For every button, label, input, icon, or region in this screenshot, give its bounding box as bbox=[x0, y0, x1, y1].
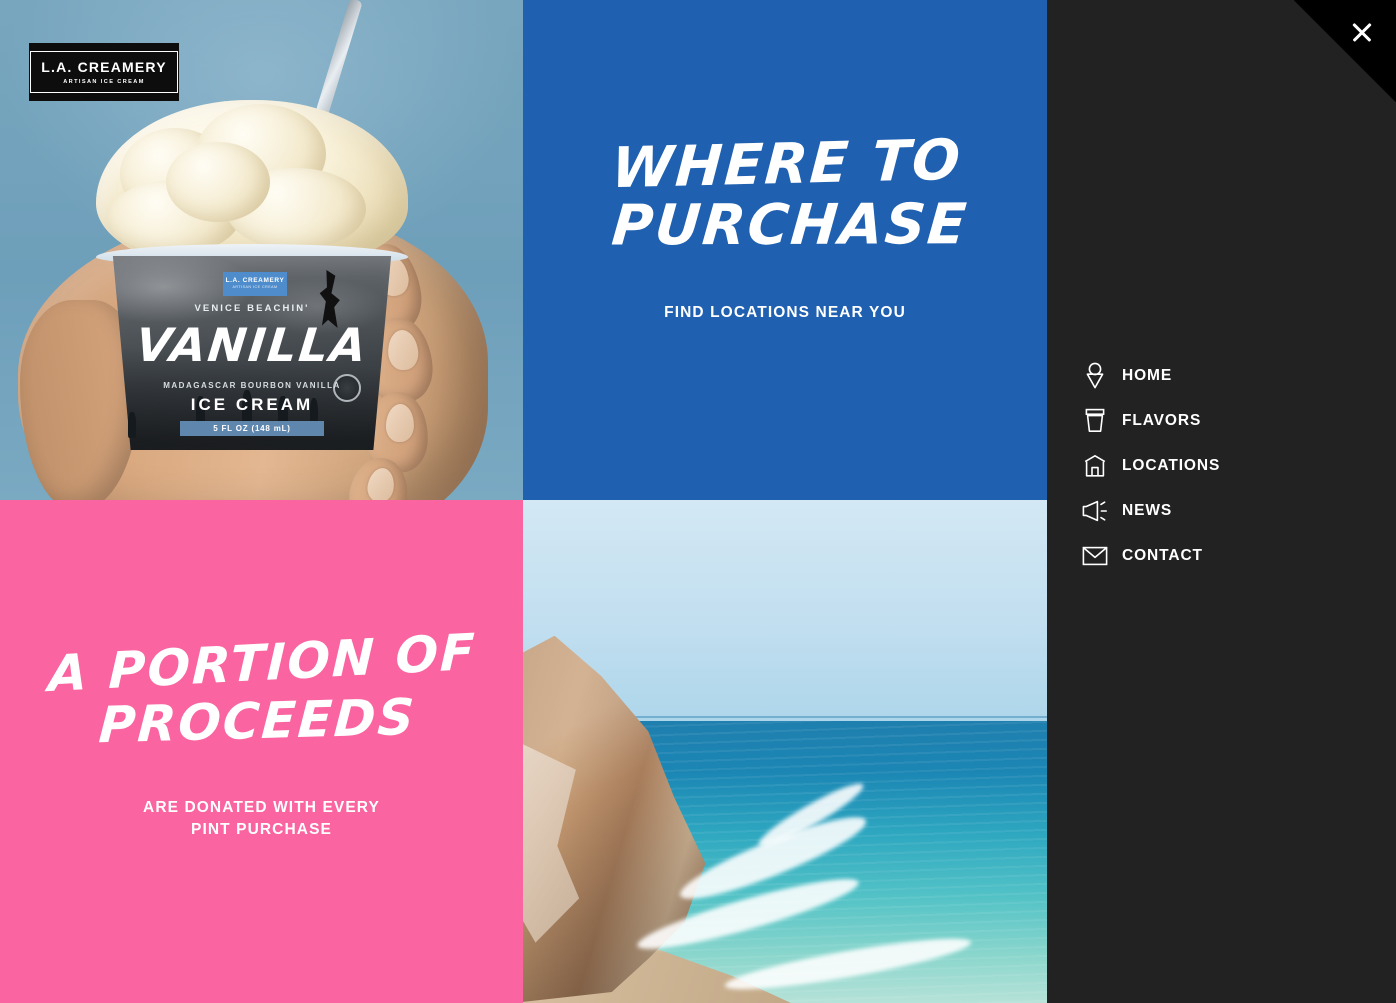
storefront-icon bbox=[1078, 451, 1112, 481]
proceeds-subtitle-line1: ARE DONATED WITH EVERY bbox=[143, 799, 380, 816]
proceeds-title: A PORTION OF PROCEEDS bbox=[46, 623, 478, 756]
scoop-lobe-graphic bbox=[166, 142, 270, 222]
pint-badge-main: L.A. CREAMERY bbox=[225, 276, 285, 284]
logo-frame: L.A. CREAMERY ARTISAN ICE CREAM bbox=[30, 51, 178, 93]
sidebar-item-home[interactable]: HOME bbox=[1047, 353, 1396, 398]
proceeds-title-line2: PROCEEDS bbox=[97, 687, 418, 754]
pint-size: 5 FL OZ (148 mL) bbox=[180, 421, 324, 436]
purchase-title: WHERE TO PURCHASE bbox=[596, 128, 973, 259]
sidebar-item-locations[interactable]: LOCATIONS bbox=[1047, 443, 1396, 488]
ice-cream-cone-icon bbox=[1078, 361, 1112, 391]
sidebar-label-flavors: FLAVORS bbox=[1122, 411, 1202, 429]
sidebar-label-home: HOME bbox=[1122, 366, 1173, 384]
pint-description: MADAGASCAR BOURBON VANILLA bbox=[163, 381, 341, 390]
site-logo[interactable]: L.A. CREAMERY ARTISAN ICE CREAM bbox=[29, 43, 179, 101]
pint-brand-badge: L.A. CREAMERY ARTISAN ICE CREAM bbox=[223, 272, 287, 296]
sidebar-label-locations: LOCATIONS bbox=[1122, 456, 1221, 474]
purchase-subtitle: FIND LOCATIONS NEAR YOU bbox=[664, 304, 906, 322]
close-icon[interactable] bbox=[1348, 18, 1376, 46]
beach-photo-panel[interactable] bbox=[523, 500, 1047, 1003]
hero-photo-panel[interactable]: L.A. CREAMERY ARTISAN ICE CREAM VENICE B… bbox=[0, 0, 523, 500]
purchase-title-line2: PURCHASE bbox=[609, 192, 971, 259]
pint-product-type: ICE CREAM bbox=[190, 395, 314, 414]
sidebar-label-news: NEWS bbox=[1122, 501, 1173, 519]
pint-container-icon bbox=[1078, 406, 1112, 436]
sidebar-item-flavors[interactable]: FLAVORS bbox=[1047, 398, 1396, 443]
sidebar-item-news[interactable]: NEWS bbox=[1047, 488, 1396, 533]
sidebar-item-contact[interactable]: CONTACT bbox=[1047, 533, 1396, 578]
where-to-purchase-panel[interactable]: WHERE TO PURCHASE FIND LOCATIONS NEAR YO… bbox=[523, 0, 1047, 500]
main-menu: HOME FLAVORS LOCATIONS NEWS CONTACT bbox=[1047, 353, 1396, 578]
logo-primary-text: L.A. CREAMERY bbox=[41, 59, 167, 75]
proceeds-subtitle-line2: PINT PURCHASE bbox=[191, 821, 332, 839]
pint-silhouette bbox=[128, 412, 136, 438]
sidebar-label-contact: CONTACT bbox=[1122, 546, 1203, 564]
navigation-sidebar: HOME FLAVORS LOCATIONS NEWS CONTACT bbox=[1047, 0, 1396, 1003]
megaphone-icon bbox=[1078, 496, 1112, 526]
close-corner-wedge[interactable] bbox=[1294, 0, 1396, 102]
envelope-icon bbox=[1078, 541, 1112, 571]
purchase-title-line1: WHERE TO bbox=[609, 127, 965, 202]
page-root: L.A. CREAMERY ARTISAN ICE CREAM VENICE B… bbox=[0, 0, 1396, 1003]
pint-badge-sub: ARTISAN ICE CREAM bbox=[232, 285, 278, 290]
proceeds-subtitle: ARE DONATED WITH EVERY PINT PURCHASE bbox=[143, 797, 380, 842]
proceeds-panel[interactable]: A PORTION OF PROCEEDS ARE DONATED WITH E… bbox=[0, 500, 523, 1003]
pint-flavor-name: VANILLA bbox=[133, 318, 371, 372]
pint-collection-name: VENICE BEACHIN' bbox=[194, 303, 310, 314]
logo-secondary-text: ARTISAN ICE CREAM bbox=[63, 79, 145, 85]
